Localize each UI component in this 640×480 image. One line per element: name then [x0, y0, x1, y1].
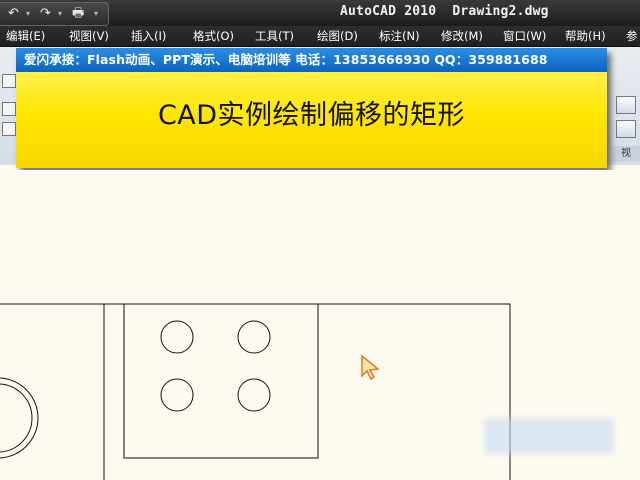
hole-circle[interactable]: [237, 378, 271, 412]
ribbon-view-tool-icon[interactable]: [616, 120, 636, 138]
large-circle-inner[interactable]: [0, 383, 33, 453]
menu-window[interactable]: 窗口(W): [503, 28, 546, 44]
menu-format[interactable]: 格式(O): [193, 28, 234, 44]
hole-circle[interactable]: [237, 320, 271, 354]
ribbon-tool-icon[interactable]: [2, 122, 16, 136]
outer-rectangle[interactable]: [103, 303, 511, 480]
redo-dropdown-icon[interactable]: ▾: [58, 8, 62, 20]
tutorial-banner: 爱闪承接：Flash动画、PPT演示、电脑培训等 电话：13853666930 …: [16, 48, 607, 168]
window-title: AutoCAD 2010 Drawing2.dwg: [340, 4, 549, 19]
banner-title-panel: CAD实例绘制偏移的矩形: [16, 72, 607, 168]
hole-circle[interactable]: [160, 320, 194, 354]
menu-draw[interactable]: 绘图(D): [317, 28, 358, 44]
banner-contact-text: 爱闪承接：Flash动画、PPT演示、电脑培训等 电话：13853666930 …: [24, 52, 548, 67]
ribbon-left-tools: [0, 50, 16, 150]
menu-modify[interactable]: 修改(M): [441, 28, 483, 44]
menu-dimension[interactable]: 标注(N): [379, 28, 420, 44]
menu-tools[interactable]: 工具(T): [255, 28, 294, 44]
ribbon-right-tools: [612, 96, 638, 142]
quick-access-toolbar: ↶ ▾ ↷ ▾ 🖶 ▾: [0, 2, 109, 26]
print-dropdown-icon[interactable]: ▾: [94, 8, 98, 20]
menu-parameters[interactable]: 参: [626, 28, 638, 44]
print-icon[interactable]: 🖶: [72, 6, 84, 22]
undo-dropdown-icon[interactable]: ▾: [26, 8, 30, 20]
banner-title: CAD实例绘制偏移的矩形: [157, 100, 466, 131]
title-bar: ↶ ▾ ↷ ▾ 🖶 ▾ AutoCAD 2010 Drawing2.dwg: [0, 0, 640, 26]
ribbon-panel-label-view[interactable]: 视: [612, 146, 640, 162]
inner-offset-rectangle[interactable]: [123, 303, 319, 459]
menu-view[interactable]: 视图(V): [69, 28, 109, 44]
cursor-arrow-icon: [361, 354, 380, 381]
ribbon-view-tool-icon[interactable]: [616, 96, 636, 114]
redo-icon[interactable]: ↷: [40, 6, 51, 22]
hole-circle[interactable]: [160, 378, 194, 412]
menu-edit[interactable]: 编辑(E): [6, 28, 45, 44]
ribbon-tool-icon[interactable]: [2, 74, 16, 88]
menu-insert[interactable]: 插入(I): [131, 28, 166, 44]
menu-help[interactable]: 帮助(H): [565, 28, 606, 44]
menu-bar: 编辑(E) 视图(V) 插入(I) 格式(O) 工具(T) 绘图(D) 标注(N…: [0, 26, 640, 47]
undo-icon[interactable]: ↶: [8, 6, 19, 22]
banner-contact-strip: 爱闪承接：Flash动画、PPT演示、电脑培训等 电话：13853666930 …: [16, 48, 607, 72]
watermark-blur: [484, 418, 614, 454]
ribbon-tool-icon[interactable]: [2, 102, 16, 116]
